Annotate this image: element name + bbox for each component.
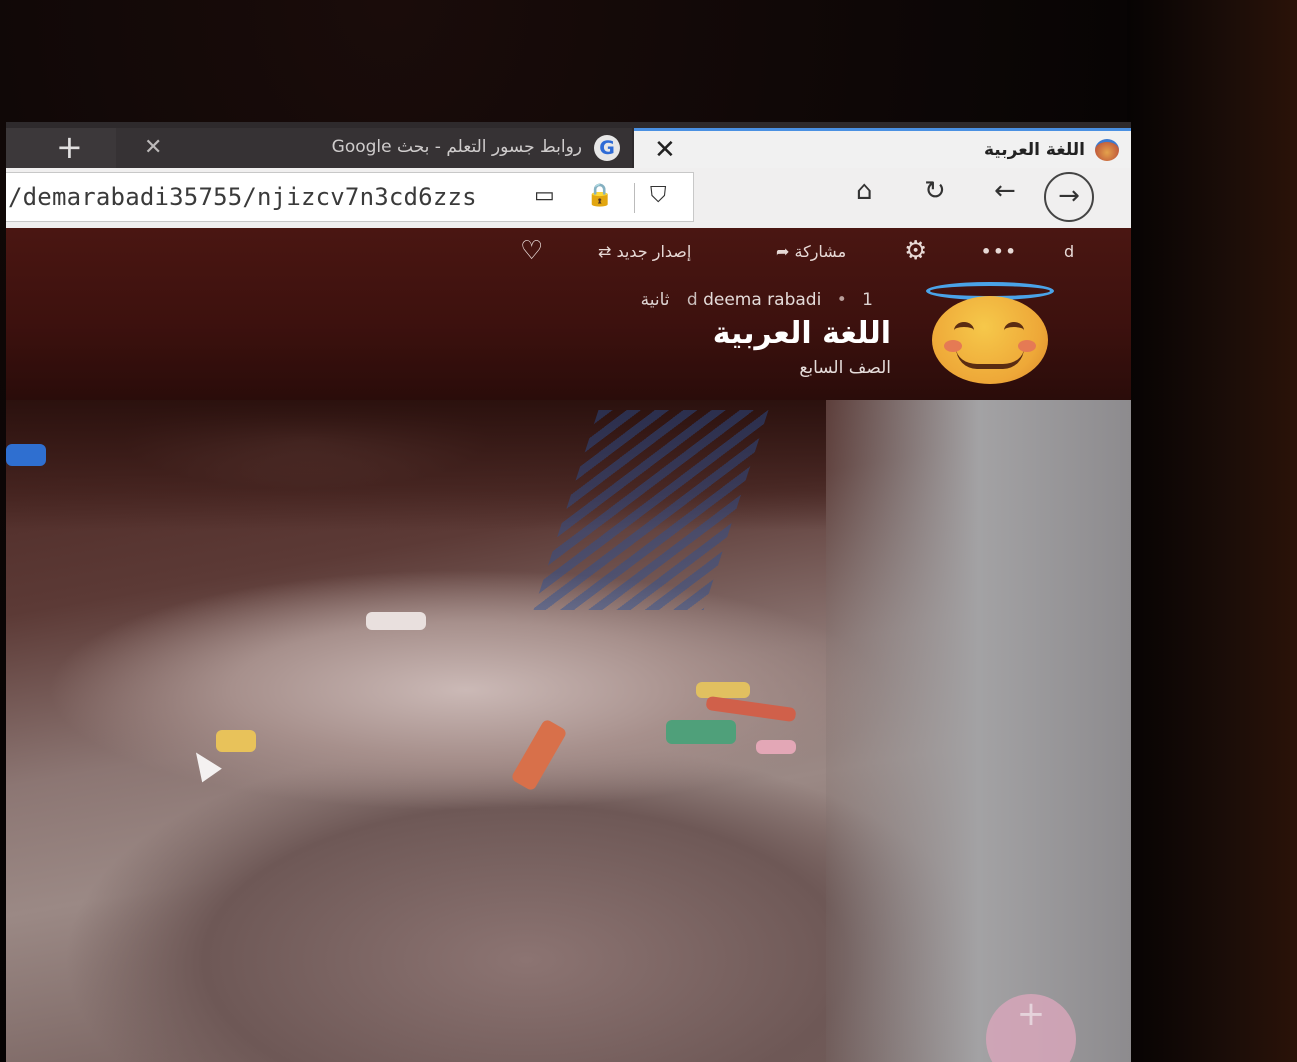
- sprinkle: [666, 720, 736, 744]
- gear-icon[interactable]: ⚙: [904, 236, 927, 266]
- new-tab-button[interactable]: +: [56, 128, 83, 166]
- address-bar[interactable]: /demarabadi35755/njizcv7n3cd6zzs ▭ 🔒 ⛉: [6, 172, 694, 222]
- sprinkle: [705, 695, 797, 723]
- share-label: مشاركة: [794, 242, 847, 261]
- sprinkle: [510, 718, 568, 792]
- close-tab-icon[interactable]: ✕: [144, 135, 162, 160]
- page-content: d ••• ⚙ مشاركة ➦ إصدار جديد ⇄ ♡ d deema …: [6, 228, 1131, 1062]
- share-button[interactable]: مشاركة ➦: [776, 242, 846, 261]
- meta-separator: •: [836, 290, 847, 310]
- tab-google-search[interactable]: G روابط جسور التعلم - بحث Google ✕: [116, 128, 632, 168]
- sprinkle: [756, 740, 796, 754]
- home-button[interactable]: ⌂: [856, 176, 873, 206]
- smiling-face-with-halo-icon: [932, 296, 1048, 384]
- google-icon: G: [594, 135, 620, 161]
- lock-icon[interactable]: 🔒: [586, 183, 613, 208]
- post-header: d ••• ⚙ مشاركة ➦ إصدار جديد ⇄ ♡ d deema …: [6, 228, 1131, 400]
- avatar: [926, 282, 1054, 384]
- remake-icon: ⇄: [598, 242, 612, 261]
- user-initial[interactable]: d: [1064, 242, 1074, 261]
- sprinkle: [696, 682, 750, 698]
- back-button[interactable]: ←: [994, 176, 1016, 206]
- plus-icon: +: [1016, 994, 1046, 1034]
- post-meta: d deema rabadi • 1 ثانية: [641, 290, 873, 310]
- tab-title: روابط جسور التعلم - بحث Google: [331, 137, 582, 157]
- url-text[interactable]: /demarabadi35755/njizcv7n3cd6zzs: [8, 183, 477, 211]
- sprinkle: [6, 444, 46, 466]
- page-title: اللغة العربية: [712, 316, 891, 351]
- tab-title: اللغة العربية: [984, 140, 1085, 160]
- more-options-button[interactable]: •••: [981, 242, 1018, 261]
- tab-arabic-language[interactable]: اللغة العربية ✕: [634, 128, 1131, 168]
- sprinkle: [216, 730, 256, 752]
- author-name[interactable]: deema rabadi: [703, 290, 821, 310]
- page-subtitle: الصف السابع: [799, 358, 891, 378]
- remake-button[interactable]: إصدار جديد ⇄: [598, 242, 691, 261]
- remake-label: إصدار جديد: [616, 242, 692, 261]
- navigation-toolbar: /demarabadi35755/njizcv7n3cd6zzs ▭ 🔒 ⛉ ⌂…: [6, 168, 1131, 229]
- reader-view-icon[interactable]: ▭: [534, 183, 555, 208]
- forward-button[interactable]: →: [1044, 172, 1094, 222]
- tab-strip: + G روابط جسور التعلم - بحث Google ✕ الل…: [6, 122, 1131, 168]
- share-arrow-icon: ➦: [776, 242, 790, 261]
- sprinkle: [366, 612, 426, 630]
- wallpaper-photo: +: [6, 400, 1131, 1062]
- halo-smiley-icon: [1095, 139, 1119, 161]
- mouse-cursor-icon: [186, 745, 222, 783]
- url-divider: [634, 183, 635, 213]
- heart-icon[interactable]: ♡: [520, 236, 543, 266]
- shield-icon[interactable]: ⛉: [650, 183, 667, 208]
- reload-button[interactable]: ↻: [924, 176, 946, 206]
- close-tab-icon[interactable]: ✕: [654, 135, 676, 165]
- author-initial: d: [686, 290, 698, 310]
- browser-window: + G روابط جسور التعلم - بحث Google ✕ الل…: [6, 122, 1131, 1062]
- tab-strip-left: +: [6, 128, 116, 168]
